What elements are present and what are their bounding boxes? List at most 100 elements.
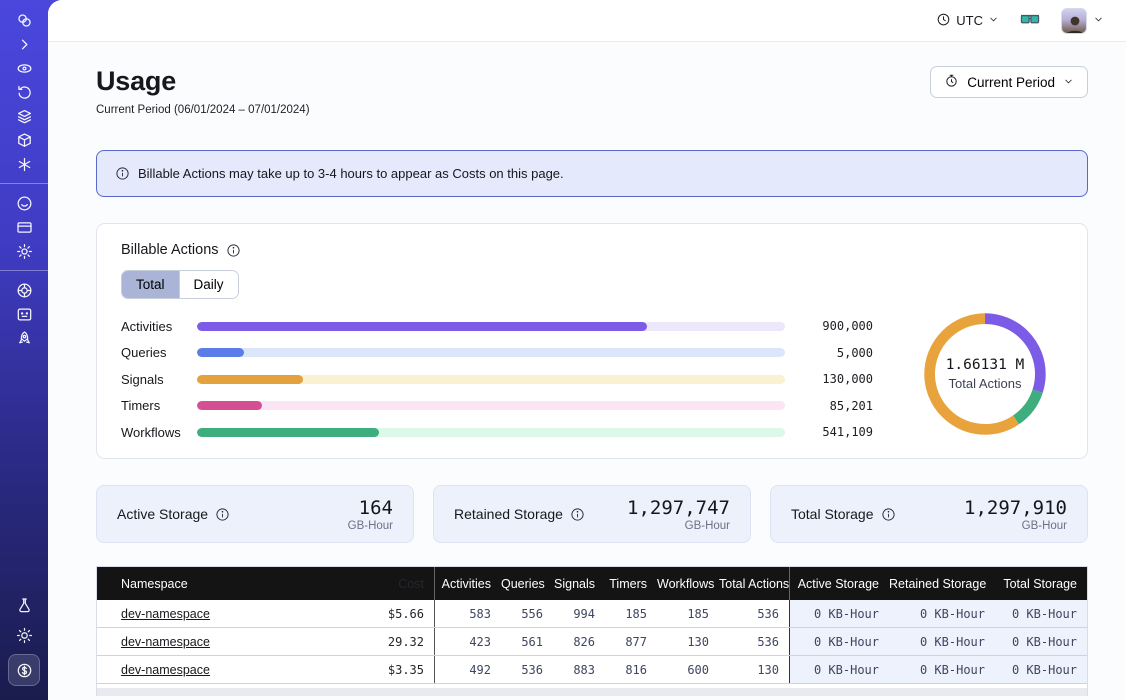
bar-track xyxy=(197,322,785,331)
rocket-icon[interactable] xyxy=(12,327,36,349)
cell-total_storage: 0 KB-Hour xyxy=(995,656,1087,683)
bar-label: Activities xyxy=(121,319,191,334)
cell-total_actions: 536 xyxy=(719,600,789,627)
total-storage-label: Total Storage xyxy=(791,506,874,522)
terminal-screen-icon[interactable] xyxy=(12,303,36,325)
table-horizontal-scrollbar[interactable] xyxy=(97,688,1087,696)
usage-gauge-icon[interactable] xyxy=(12,192,36,214)
cell-timers: 185 xyxy=(605,600,657,627)
page-header: Usage Current Period (06/01/2024 – 07/01… xyxy=(96,66,1088,116)
sun-icon[interactable] xyxy=(12,624,36,646)
glasses-icon xyxy=(1019,12,1041,30)
lifebuoy-icon[interactable] xyxy=(12,279,36,301)
column-header-retained-storage: Retained Storage xyxy=(889,567,995,600)
page-subtitle: Current Period (06/01/2024 – 07/01/2024) xyxy=(96,104,310,116)
donut-total-value: 1.66131 M xyxy=(946,357,1025,373)
bar-row-timers: Timers85,201 xyxy=(121,393,873,420)
column-header-active-storage: Active Storage xyxy=(789,567,889,600)
bar-track xyxy=(197,428,785,437)
retained-storage-card: Retained Storage 1,297,747GB-Hour xyxy=(433,485,751,543)
billable-actions-card: Billable Actions Total Daily Activities9… xyxy=(96,223,1088,459)
cell-retained_storage: 0 KB-Hour xyxy=(889,656,995,683)
cell-active_storage: 0 KB-Hour xyxy=(789,600,889,627)
bar-label: Timers xyxy=(121,398,191,413)
cell-retained_storage: 0 KB-Hour xyxy=(889,600,995,627)
stopwatch-icon xyxy=(944,73,959,91)
tab-daily[interactable]: Daily xyxy=(179,271,238,298)
total-storage-value: 1,297,910 xyxy=(964,497,1067,519)
account-menu[interactable] xyxy=(1061,8,1104,34)
chevron-down-icon xyxy=(988,13,999,28)
namespace-link[interactable]: dev-namespace xyxy=(121,663,210,677)
cell-queries: 561 xyxy=(501,628,553,655)
timezone-selector[interactable]: UTC xyxy=(936,12,999,30)
credit-card-icon[interactable] xyxy=(12,216,36,238)
coin-dollar-icon[interactable] xyxy=(8,654,40,686)
cell-cost: $3.35 xyxy=(349,656,435,683)
cell-namespace: dev-namespace xyxy=(97,628,349,655)
page-title: Usage xyxy=(96,66,310,97)
cell-workflows: 130 xyxy=(657,628,719,655)
table-body: dev-namespace$5.665835569941851855360 KB… xyxy=(97,600,1087,683)
sidebar-divider xyxy=(0,183,48,184)
column-header-cost: Cost xyxy=(349,567,435,600)
bar-track xyxy=(197,375,785,384)
retained-storage-label: Retained Storage xyxy=(454,506,563,522)
bar-fill xyxy=(197,348,244,357)
content: Usage Current Period (06/01/2024 – 07/01… xyxy=(48,42,1126,700)
namespace-usage-table: NamespaceCostActivitiesQueriesSignalsTim… xyxy=(96,566,1088,696)
bar-fill xyxy=(197,428,379,437)
bar-track xyxy=(197,401,785,410)
billable-tabs: Total Daily xyxy=(121,270,239,299)
tab-total[interactable]: Total xyxy=(122,271,179,298)
bar-label: Signals xyxy=(121,372,191,387)
topbar: UTC xyxy=(48,0,1126,42)
billable-actions-title: Billable Actions xyxy=(121,242,1063,258)
cell-activities: 583 xyxy=(435,600,501,627)
cell-total_storage: 0 KB-Hour xyxy=(995,600,1087,627)
period-dropdown-label: Current Period xyxy=(967,75,1055,90)
flask-icon[interactable] xyxy=(12,594,36,616)
cell-total_actions: 536 xyxy=(719,628,789,655)
temporal-logo-icon[interactable] xyxy=(12,9,36,31)
table-header: NamespaceCostActivitiesQueriesSignalsTim… xyxy=(97,567,1087,600)
cell-workflows: 185 xyxy=(657,600,719,627)
namespace-link[interactable]: dev-namespace xyxy=(121,607,210,621)
sidebar-divider xyxy=(0,270,48,271)
clock-icon xyxy=(936,12,951,30)
info-icon[interactable] xyxy=(881,507,896,522)
gear-icon[interactable] xyxy=(12,240,36,262)
cell-activities: 492 xyxy=(435,656,501,683)
feedback-glasses-button[interactable] xyxy=(1019,12,1041,30)
bar-value: 541,109 xyxy=(799,425,873,439)
table-row: dev-namespace$3.354925368838166001300 KB… xyxy=(97,655,1087,683)
info-banner: Billable Actions may take up to 3-4 hour… xyxy=(96,150,1088,197)
active-storage-value: 164 xyxy=(348,497,393,519)
bar-row-workflows: Workflows541,109 xyxy=(121,419,873,446)
column-header-timers: Timers xyxy=(605,567,657,600)
table-row: dev-namespace29.324235618268771305360 KB… xyxy=(97,627,1087,655)
app-root: UTC Usage xyxy=(0,0,1126,700)
retained-storage-unit: GB-Hour xyxy=(627,520,730,532)
info-icon[interactable] xyxy=(226,243,241,258)
period-dropdown-button[interactable]: Current Period xyxy=(930,66,1088,98)
cell-signals: 994 xyxy=(553,600,605,627)
cube-icon[interactable] xyxy=(12,129,36,151)
bar-value: 130,000 xyxy=(799,372,873,386)
chevron-down-icon xyxy=(1063,75,1074,90)
info-icon[interactable] xyxy=(570,507,585,522)
namespaces-eye-icon[interactable] xyxy=(12,57,36,79)
cell-total_storage: 0 KB-Hour xyxy=(995,628,1087,655)
history-clock-icon[interactable] xyxy=(12,81,36,103)
cell-signals: 826 xyxy=(553,628,605,655)
namespace-link[interactable]: dev-namespace xyxy=(121,635,210,649)
layers-icon[interactable] xyxy=(12,105,36,127)
total-storage-card: Total Storage 1,297,910GB-Hour xyxy=(770,485,1088,543)
info-icon[interactable] xyxy=(215,507,230,522)
chevron-right-icon[interactable] xyxy=(12,33,36,55)
column-header-namespace: Namespace xyxy=(97,567,349,600)
bar-row-signals: Signals 130,000 xyxy=(121,366,873,393)
cell-timers: 816 xyxy=(605,656,657,683)
asterisk-icon[interactable] xyxy=(12,153,36,175)
main-area: UTC Usage xyxy=(48,0,1126,700)
